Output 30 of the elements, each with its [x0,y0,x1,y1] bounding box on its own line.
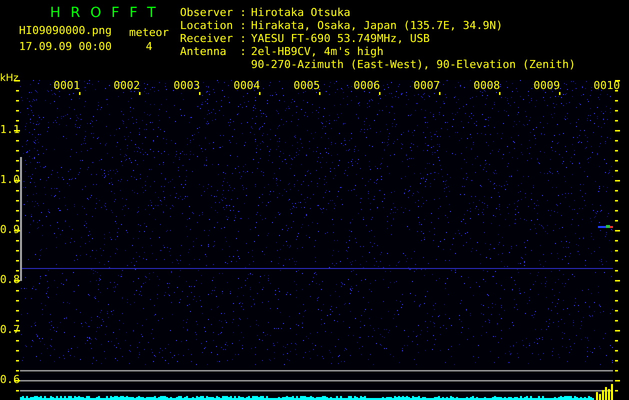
info-label: Receiver [180,32,234,45]
time-label: 0009 [534,79,560,92]
colon: : [238,45,248,58]
time-label: 0004 [234,79,260,92]
colon: : [238,19,248,32]
time-label: 0008 [474,79,500,92]
info-value: Hirakata, Osaka, Japan (135.7E, 34.9N) [251,19,503,32]
info-value: Hirotaka Otsuka [251,6,350,19]
time-label: 0007 [414,79,440,92]
info-value: 2el-HB9CV, 4m's high [251,45,384,58]
meteor-label: meteor [128,25,170,40]
file-name: HI09090000.png [19,24,113,39]
info-label: Observer [180,6,234,19]
axis-label: 0.9 [0,223,20,236]
time-label: 0002 [114,79,140,92]
date-time: 17.09.09 00:00 [19,40,113,54]
time-label: 0006 [354,79,380,92]
info-label: Location [180,19,234,32]
app-title: HROFFT [49,4,167,22]
time-label: 0005 [294,79,320,92]
colon: : [238,32,248,45]
colon: : [238,6,248,19]
time-label: 0001 [54,79,80,92]
info-value: 90-270-Azimuth (East-West), 90-Elevation (Zenith) [251,58,576,71]
time-label: 0010 [594,79,620,92]
axis-label: 0.7 [0,323,20,336]
info-value: YAESU FT-690 53.749MHz, USB [251,32,430,45]
info-label: Antenna [180,45,228,58]
time-label: 0003 [174,79,200,92]
meteor-count: 4 [144,40,154,54]
